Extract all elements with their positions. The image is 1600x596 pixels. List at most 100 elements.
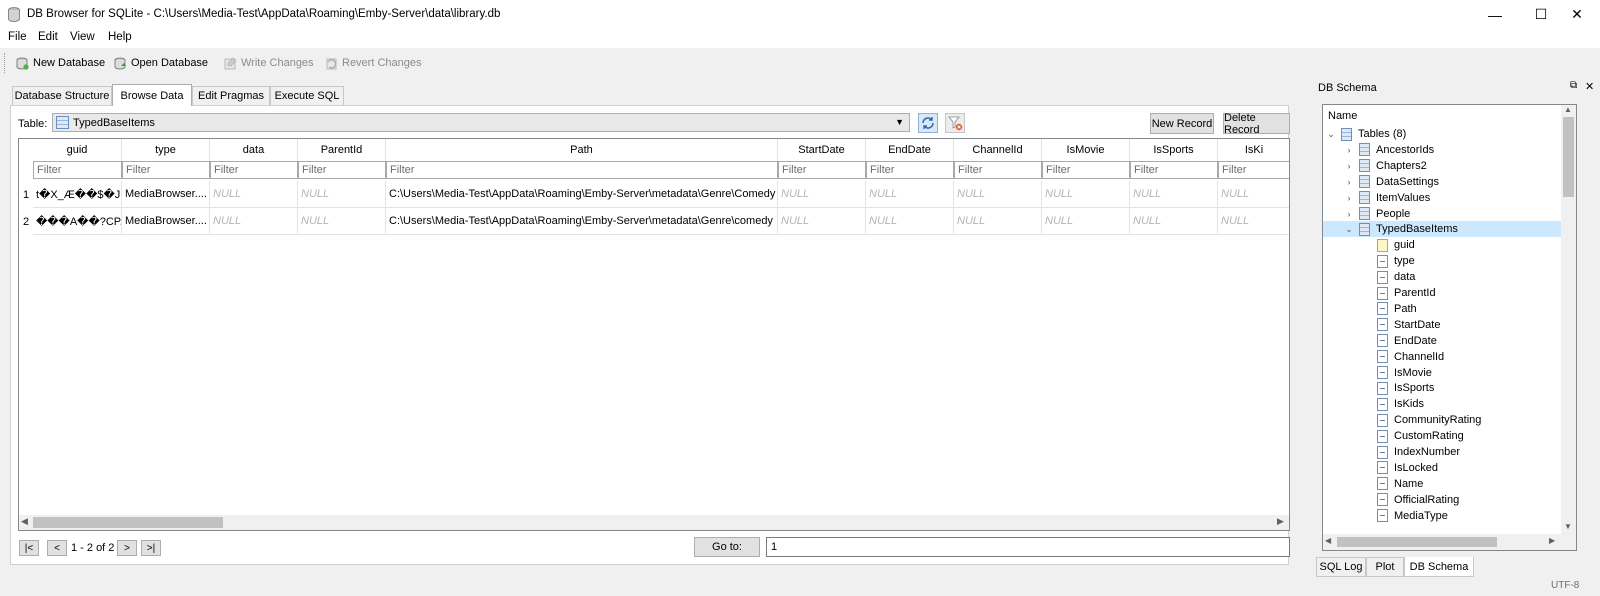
- tree-field-customrating[interactable]: CustomRating: [1323, 428, 1563, 444]
- column-header-path[interactable]: Path: [386, 139, 778, 161]
- dock-close-icon[interactable]: ✕: [1585, 80, 1594, 93]
- row-number[interactable]: 2: [19, 208, 33, 235]
- filter-input-parentid[interactable]: Filter: [298, 161, 386, 179]
- horizontal-scrollbar[interactable]: ◀ ▶: [19, 515, 1289, 530]
- column-header-guid[interactable]: guid: [33, 139, 122, 161]
- previous-page-button[interactable]: <: [47, 540, 67, 556]
- scroll-left-icon[interactable]: ◀: [21, 516, 28, 527]
- tree-field-guid[interactable]: guid: [1323, 237, 1563, 253]
- tree-field-iskids[interactable]: IsKids: [1323, 396, 1563, 412]
- tree-field-officialrating[interactable]: OfficialRating: [1323, 492, 1563, 508]
- column-header-ismovie[interactable]: IsMovie: [1042, 139, 1130, 161]
- tree-field-islocked[interactable]: IsLocked: [1323, 460, 1563, 476]
- clear-filters-button[interactable]: [945, 113, 965, 133]
- table-cell[interactable]: NULL: [210, 208, 298, 235]
- filter-input-startdate[interactable]: Filter: [778, 161, 866, 179]
- table-cell[interactable]: NULL: [866, 181, 954, 208]
- tree-table-typedbaseitems[interactable]: ⌄ TypedBaseItems: [1323, 221, 1563, 238]
- table-cell[interactable]: NULL: [1130, 181, 1218, 208]
- tree-table-datasettings[interactable]: › DataSettings: [1323, 174, 1563, 190]
- next-page-button[interactable]: >: [117, 540, 137, 556]
- chevron-right-icon[interactable]: ›: [1343, 145, 1355, 155]
- scrollbar-thumb[interactable]: [1563, 117, 1574, 197]
- column-header-startdate[interactable]: StartDate: [778, 139, 866, 161]
- table-cell[interactable]: NULL: [778, 181, 866, 208]
- table-cell[interactable]: NULL: [954, 181, 1042, 208]
- filter-input-issports[interactable]: Filter: [1130, 161, 1218, 179]
- tree-field-communityrating[interactable]: CommunityRating: [1323, 412, 1563, 428]
- scrollbar-thumb[interactable]: [33, 517, 223, 528]
- row-number[interactable]: 1: [19, 181, 33, 208]
- write-changes-button[interactable]: Write Changes: [224, 53, 314, 73]
- table-cell[interactable]: NULL: [298, 181, 386, 208]
- table-cell[interactable]: ���A��?CP...: [33, 208, 122, 235]
- tree-table-itemvalues[interactable]: › ItemValues: [1323, 190, 1563, 206]
- horizontal-scrollbar[interactable]: ◀ ▶: [1323, 534, 1561, 550]
- column-header-iski[interactable]: IsKi: [1218, 139, 1289, 161]
- table-cell[interactable]: NULL: [866, 208, 954, 235]
- chevron-right-icon[interactable]: ›: [1343, 161, 1355, 171]
- tree-node-tables[interactable]: ⌄ Tables (8): [1323, 126, 1563, 142]
- vertical-scrollbar[interactable]: ▲ ▼: [1561, 105, 1576, 550]
- close-button[interactable]: ✕: [1554, 0, 1600, 29]
- tree-field-parentid[interactable]: ParentId: [1323, 285, 1563, 301]
- tab-browse-data[interactable]: Browse Data: [112, 84, 192, 106]
- menu-view[interactable]: View: [70, 31, 95, 43]
- chevron-down-icon[interactable]: ⌄: [1325, 129, 1337, 140]
- minimize-button[interactable]: —: [1472, 0, 1518, 29]
- goto-button[interactable]: Go to:: [694, 537, 760, 557]
- filter-input-ismovie[interactable]: Filter: [1042, 161, 1130, 179]
- table-cell[interactable]: NULL: [1218, 208, 1289, 235]
- tree-field-enddate[interactable]: EndDate: [1323, 333, 1563, 349]
- scroll-down-icon[interactable]: ▼: [1564, 522, 1572, 531]
- tree-field-mediatype[interactable]: MediaType: [1323, 508, 1563, 524]
- column-header-enddate[interactable]: EndDate: [866, 139, 954, 161]
- scroll-right-icon[interactable]: ▶: [1277, 516, 1284, 527]
- filter-input-type[interactable]: Filter: [122, 161, 210, 179]
- refresh-button[interactable]: [918, 113, 938, 133]
- table-select[interactable]: TypedBaseItems ▼: [52, 113, 910, 132]
- table-cell[interactable]: NULL: [1130, 208, 1218, 235]
- column-header-issports[interactable]: IsSports: [1130, 139, 1218, 161]
- table-cell[interactable]: NULL: [210, 181, 298, 208]
- tab-edit-pragmas[interactable]: Edit Pragmas: [192, 86, 270, 105]
- new-record-button[interactable]: New Record: [1150, 113, 1214, 134]
- chevron-right-icon[interactable]: ›: [1343, 209, 1355, 219]
- tree-field-startdate[interactable]: StartDate: [1323, 317, 1563, 333]
- filter-input-enddate[interactable]: Filter: [866, 161, 954, 179]
- table-cell[interactable]: NULL: [298, 208, 386, 235]
- table-cell[interactable]: NULL: [954, 208, 1042, 235]
- tree-field-name[interactable]: Name: [1323, 476, 1563, 492]
- tab-sql-log[interactable]: SQL Log: [1316, 557, 1366, 577]
- first-page-button[interactable]: |<: [19, 540, 39, 556]
- last-page-button[interactable]: >|: [141, 540, 161, 556]
- tree-table-ancestorids[interactable]: › AncestorIds: [1323, 142, 1563, 158]
- new-database-button[interactable]: New Database: [16, 53, 105, 73]
- delete-record-button[interactable]: Delete Record: [1223, 112, 1290, 136]
- table-cell[interactable]: t�X_Æ��$�J◻...: [33, 181, 122, 208]
- column-header-parentid[interactable]: ParentId: [298, 139, 386, 161]
- tree-field-ismovie[interactable]: IsMovie: [1323, 365, 1563, 381]
- scroll-right-icon[interactable]: ▶: [1549, 536, 1555, 545]
- tree-field-data[interactable]: data: [1323, 269, 1563, 285]
- chevron-right-icon[interactable]: ›: [1343, 177, 1355, 187]
- column-header-channelid[interactable]: ChannelId: [954, 139, 1042, 161]
- scroll-left-icon[interactable]: ◀: [1325, 536, 1331, 545]
- menu-file[interactable]: File: [8, 31, 27, 43]
- chevron-right-icon[interactable]: ›: [1343, 193, 1355, 203]
- revert-changes-button[interactable]: Revert Changes: [325, 53, 422, 73]
- column-header-type[interactable]: type: [122, 139, 210, 161]
- table-cell[interactable]: MediaBrowser....: [122, 181, 210, 208]
- column-header-data[interactable]: data: [210, 139, 298, 161]
- scrollbar-thumb[interactable]: [1337, 537, 1497, 547]
- menu-help[interactable]: Help: [108, 31, 132, 43]
- tab-db-schema[interactable]: DB Schema: [1404, 557, 1474, 577]
- table-cell[interactable]: MediaBrowser....: [122, 208, 210, 235]
- scroll-up-icon[interactable]: ▲: [1564, 105, 1572, 114]
- tree-field-channelid[interactable]: ChannelId: [1323, 349, 1563, 365]
- table-cell[interactable]: C:\Users\Media-Test\AppData\Roaming\Emby…: [386, 181, 778, 208]
- filter-input-channelid[interactable]: Filter: [954, 161, 1042, 179]
- chevron-down-icon[interactable]: ⌄: [1343, 224, 1355, 235]
- filter-input-data[interactable]: Filter: [210, 161, 298, 179]
- table-cell[interactable]: C:\Users\Media-Test\AppData\Roaming\Emby…: [386, 208, 778, 235]
